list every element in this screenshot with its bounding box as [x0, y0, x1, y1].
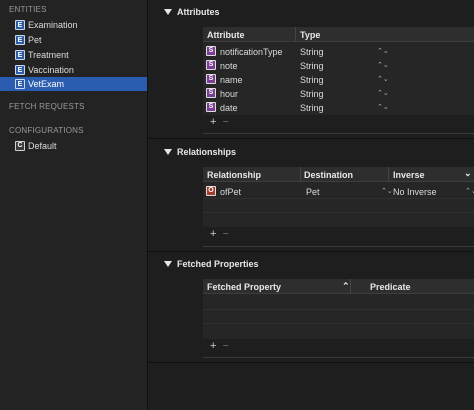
- table-bottom-border: [203, 357, 474, 358]
- disclosure-triangle-icon[interactable]: [164, 9, 172, 15]
- attribute-type[interactable]: String: [300, 103, 324, 113]
- sidebar-item-label: VetExam: [28, 79, 65, 89]
- table-row[interactable]: S notificationType String ⌃⌄: [203, 44, 474, 58]
- configurations-header: CONFIGURATIONS: [9, 126, 84, 135]
- attribute-name[interactable]: notificationType: [220, 47, 283, 57]
- entity-icon: E: [15, 79, 25, 89]
- attributes-title: Attributes: [177, 7, 220, 17]
- disclosure-triangle-icon[interactable]: [164, 261, 172, 267]
- column-header-attribute[interactable]: Attribute: [207, 30, 245, 40]
- type-stepper-icon[interactable]: ⌃⌄: [377, 61, 389, 69]
- attributes-add-remove: + −: [210, 116, 229, 128]
- sidebar-item-treatment[interactable]: E Treatment: [0, 48, 147, 62]
- fetch-requests-header: FETCH REQUESTS: [9, 102, 85, 111]
- row-divider: [203, 309, 474, 310]
- table-row[interactable]: S name String ⌃⌄: [203, 72, 474, 86]
- add-relationship-button[interactable]: +: [210, 228, 216, 240]
- remove-fetched-property-button[interactable]: −: [222, 340, 228, 352]
- attribute-name[interactable]: name: [220, 75, 243, 85]
- column-divider: [388, 167, 389, 181]
- remove-relationship-button[interactable]: −: [222, 228, 228, 240]
- sidebar-item-label: Vaccination: [28, 65, 74, 75]
- add-fetched-property-button[interactable]: +: [210, 340, 216, 352]
- sidebar-item-examination[interactable]: E Examination: [0, 18, 147, 32]
- sidebar-item-vetexam[interactable]: E VetExam: [0, 77, 147, 91]
- disclosure-triangle-icon[interactable]: [164, 149, 172, 155]
- sidebar-item-label: Default: [28, 141, 57, 151]
- column-header-inverse[interactable]: Inverse: [393, 170, 425, 180]
- column-header-predicate[interactable]: Predicate: [370, 282, 411, 292]
- sidebar-item-label: Pet: [28, 35, 42, 45]
- entity-icon: E: [15, 35, 25, 45]
- column-header-type[interactable]: Type: [300, 30, 320, 40]
- remove-attribute-button[interactable]: −: [222, 116, 228, 128]
- attribute-type[interactable]: String: [300, 89, 324, 99]
- sidebar-item-label: Treatment: [28, 50, 69, 60]
- string-type-icon: S: [206, 88, 216, 98]
- column-divider: [295, 27, 296, 41]
- relationship-destination[interactable]: Pet: [306, 187, 320, 197]
- inverse-stepper-icon[interactable]: ⌃⌄: [465, 187, 474, 195]
- sort-ascending-icon[interactable]: ⌃: [342, 281, 350, 292]
- sidebar: ENTITIES E Examination E Pet E Treatment…: [0, 0, 148, 410]
- column-divider: [300, 167, 301, 181]
- entities-header: ENTITIES: [9, 5, 47, 14]
- table-bottom-border: [203, 133, 474, 134]
- type-stepper-icon[interactable]: ⌃⌄: [377, 89, 389, 97]
- relationship-type-icon: O: [206, 186, 216, 196]
- attributes-table-header: Attribute Type: [203, 27, 474, 42]
- entity-icon: E: [15, 20, 25, 30]
- type-stepper-icon[interactable]: ⌃⌄: [377, 103, 389, 111]
- relationships-table: Relationship Destination Inverse ⌄ O ofP…: [203, 167, 474, 227]
- table-row[interactable]: S note String ⌃⌄: [203, 58, 474, 72]
- relationships-title: Relationships: [177, 147, 237, 157]
- sidebar-item-label: Examination: [28, 20, 78, 30]
- row-divider: [203, 323, 474, 324]
- fetched-properties-add-remove: + −: [210, 340, 229, 352]
- row-divider: [203, 212, 474, 213]
- string-type-icon: S: [206, 102, 216, 112]
- attributes-table: Attribute Type S notificationType String…: [203, 27, 474, 115]
- table-row[interactable]: S date String ⌃⌄: [203, 100, 474, 114]
- attribute-type[interactable]: String: [300, 61, 324, 71]
- fetched-properties-table-header: Fetched Property ⌃ Predicate: [203, 279, 474, 294]
- attribute-type[interactable]: String: [300, 75, 324, 85]
- fetched-properties-title: Fetched Properties: [177, 259, 259, 269]
- column-header-fetched-property[interactable]: Fetched Property: [207, 282, 281, 292]
- row-divider: [203, 198, 474, 199]
- attribute-name[interactable]: date: [220, 103, 238, 113]
- type-stepper-icon[interactable]: ⌃⌄: [377, 75, 389, 83]
- section-separator: [148, 138, 474, 139]
- attribute-type[interactable]: String: [300, 47, 324, 57]
- string-type-icon: S: [206, 60, 216, 70]
- sidebar-item-vaccination[interactable]: E Vaccination: [0, 63, 147, 77]
- destination-stepper-icon[interactable]: ⌃⌄: [381, 187, 393, 195]
- column-header-relationship[interactable]: Relationship: [207, 170, 261, 180]
- string-type-icon: S: [206, 46, 216, 56]
- relationships-table-header: Relationship Destination Inverse ⌄: [203, 167, 474, 182]
- sidebar-item-default[interactable]: C Default: [0, 139, 147, 153]
- relationships-add-remove: + −: [210, 228, 229, 240]
- string-type-icon: S: [206, 74, 216, 84]
- attribute-name[interactable]: hour: [220, 89, 238, 99]
- main-editor: Attributes Attribute Type S notification…: [148, 0, 474, 410]
- relationship-name[interactable]: ofPet: [220, 187, 241, 197]
- table-bottom-border: [203, 246, 474, 247]
- column-divider: [350, 279, 351, 293]
- sidebar-item-pet[interactable]: E Pet: [0, 33, 147, 47]
- table-row[interactable]: S hour String ⌃⌄: [203, 86, 474, 100]
- entity-icon: E: [15, 50, 25, 60]
- fetched-properties-table: Fetched Property ⌃ Predicate: [203, 279, 474, 339]
- table-row[interactable]: O ofPet Pet ⌃⌄ No Inverse ⌃⌄: [203, 184, 474, 198]
- type-stepper-icon[interactable]: ⌃⌄: [377, 47, 389, 55]
- attribute-name[interactable]: note: [220, 61, 238, 71]
- configuration-icon: C: [15, 141, 25, 151]
- relationship-inverse[interactable]: No Inverse: [393, 187, 437, 197]
- section-separator: [148, 251, 474, 252]
- section-separator: [148, 362, 474, 363]
- chevron-down-icon[interactable]: ⌄: [464, 168, 472, 179]
- entity-icon: E: [15, 65, 25, 75]
- add-attribute-button[interactable]: +: [210, 116, 216, 128]
- column-header-destination[interactable]: Destination: [304, 170, 353, 180]
